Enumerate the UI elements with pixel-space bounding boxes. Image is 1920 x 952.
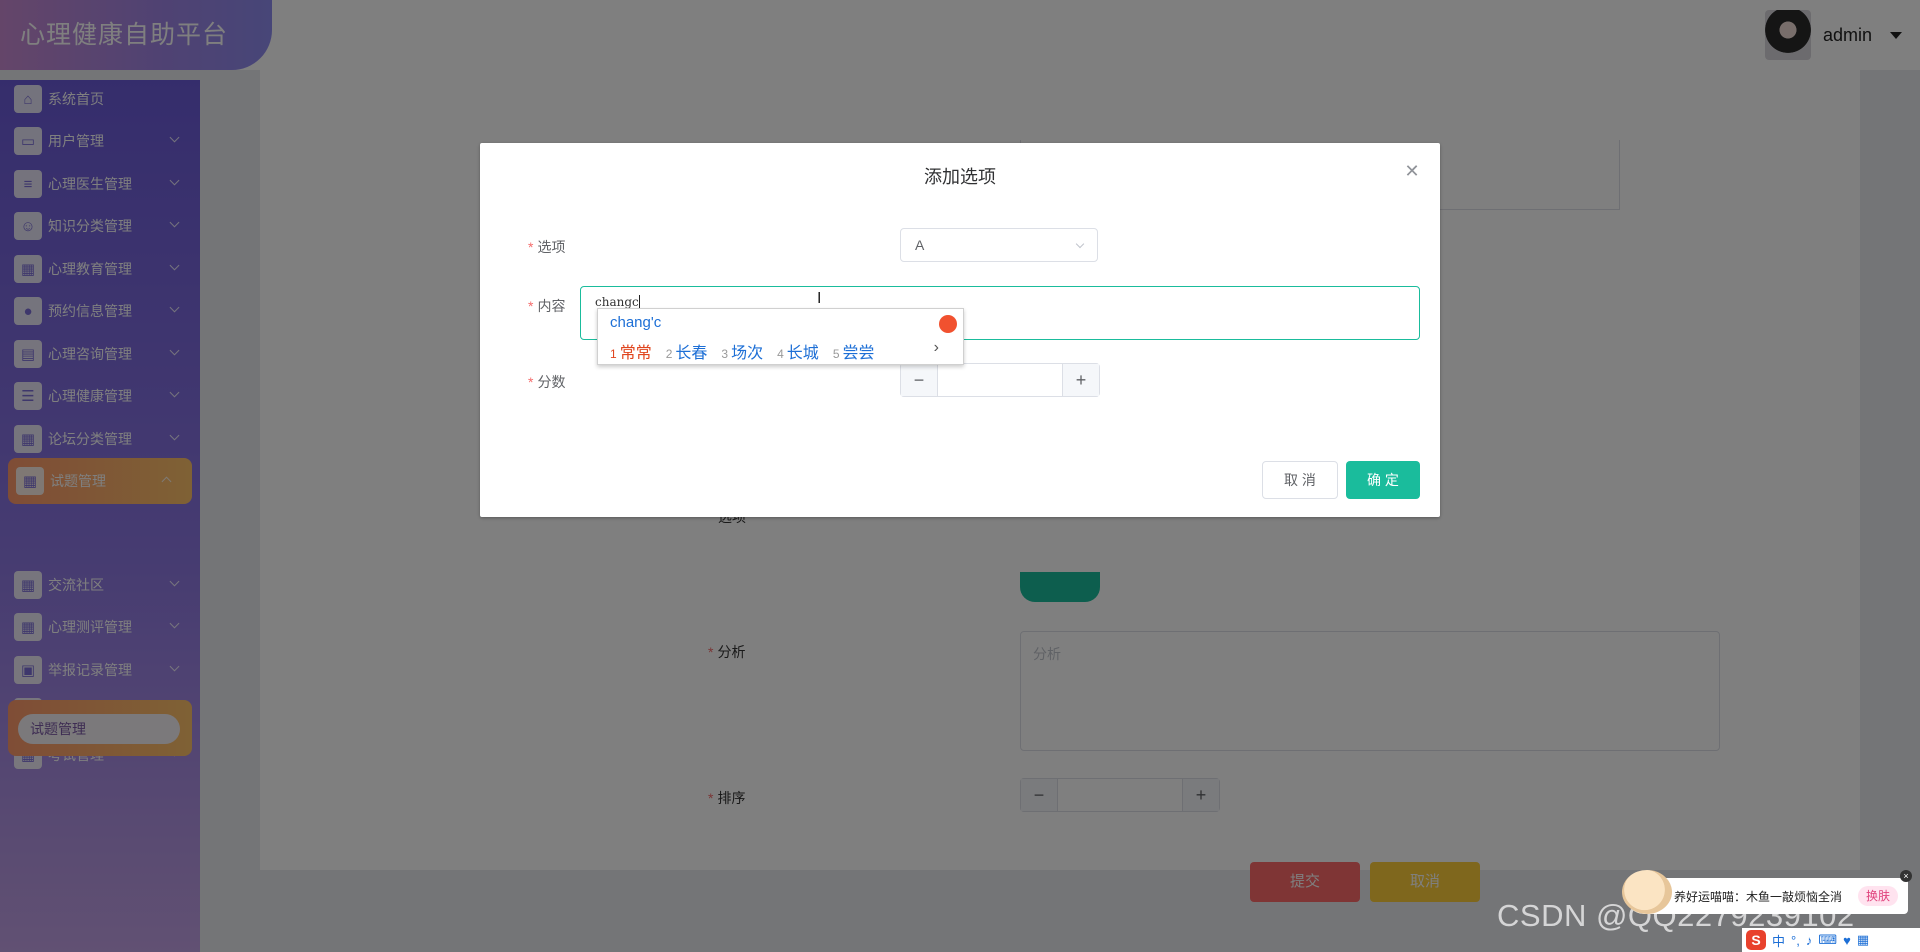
option-select[interactable]: A — [900, 228, 1098, 262]
keyboard-icon[interactable]: ⌨ — [1818, 932, 1837, 948]
toolbox-icon[interactable]: ▦ — [1857, 932, 1869, 948]
toast-text: 养好运喵喵：木鱼一敲烦恼全消 — [1674, 889, 1843, 904]
option-select-value: A — [915, 237, 925, 253]
ime-candidate-text: 长春 — [675, 345, 708, 362]
content-text: changc — [595, 295, 639, 309]
ime-candidate-number: 2 — [665, 347, 673, 361]
ime-next-page-icon[interactable]: › — [934, 339, 939, 357]
ime-candidates: 1 常常 2 长春 3 场次 4 长城 5 尝尝 — [610, 339, 875, 363]
close-icon[interactable]: ✕ — [1404, 162, 1420, 180]
dialog-option-label: * 选项 — [528, 239, 566, 255]
ime-candidate-number: 4 — [777, 347, 784, 361]
pet-icon[interactable] — [1622, 870, 1672, 914]
dialog-title: 添加选项 — [924, 167, 996, 187]
ime-toolbar: S 中 °, ♪ ⌨ ♥ ▦ — [1742, 928, 1920, 952]
ime-candidate-text: 常常 — [619, 345, 652, 362]
punctuation-icon[interactable]: °, — [1791, 933, 1800, 948]
ime-pinyin: chang'c — [610, 314, 662, 331]
ime-candidate[interactable]: 3 场次 — [721, 339, 763, 363]
text-caret — [638, 295, 640, 308]
plus-icon[interactable]: + — [1063, 364, 1099, 396]
toast-skin-button[interactable]: 换肤 — [1857, 886, 1898, 906]
chevron-down-icon — [1075, 239, 1085, 249]
close-icon[interactable]: × — [1900, 870, 1912, 882]
minus-icon[interactable]: − — [901, 364, 937, 396]
ime-logo-icon[interactable] — [939, 315, 957, 333]
ime-candidate-text: 长城 — [786, 345, 819, 362]
ime-candidate-window: chang'c 1 常常 2 长春 3 场次 4 长城 5 尝尝 › — [597, 308, 964, 365]
ime-candidate[interactable]: 5 尝尝 — [833, 339, 875, 363]
dialog-content-label: * 内容 — [528, 298, 566, 314]
ime-candidate-text: 场次 — [731, 345, 764, 362]
ime-candidate-text: 尝尝 — [842, 345, 875, 362]
pet-toast: 养好运喵喵：木鱼一敲烦恼全消 换肤 × — [1622, 870, 1912, 914]
dialog-cancel-button[interactable]: 取 消 — [1262, 461, 1338, 499]
score-input[interactable] — [937, 364, 1063, 396]
microphone-icon[interactable]: ♪ — [1806, 933, 1813, 948]
ime-candidate-number: 1 — [610, 347, 617, 361]
score-stepper[interactable]: − + — [900, 363, 1100, 397]
ime-candidate-number: 3 — [721, 347, 729, 361]
dialog-score-label: * 分数 — [528, 374, 566, 390]
ime-candidate[interactable]: 1 常常 — [610, 339, 652, 363]
skin-icon[interactable]: ♥ — [1843, 933, 1851, 948]
ime-candidate-number: 5 — [832, 347, 840, 361]
sogou-logo-icon[interactable]: S — [1746, 930, 1766, 950]
ime-candidate[interactable]: 2 长春 — [666, 339, 708, 363]
ime-lang-toggle[interactable]: 中 — [1772, 931, 1785, 950]
dialog-ok-button[interactable]: 确 定 — [1346, 461, 1420, 499]
ime-candidate[interactable]: 4 长城 — [777, 339, 819, 363]
text-cursor-icon: I — [817, 290, 822, 307]
